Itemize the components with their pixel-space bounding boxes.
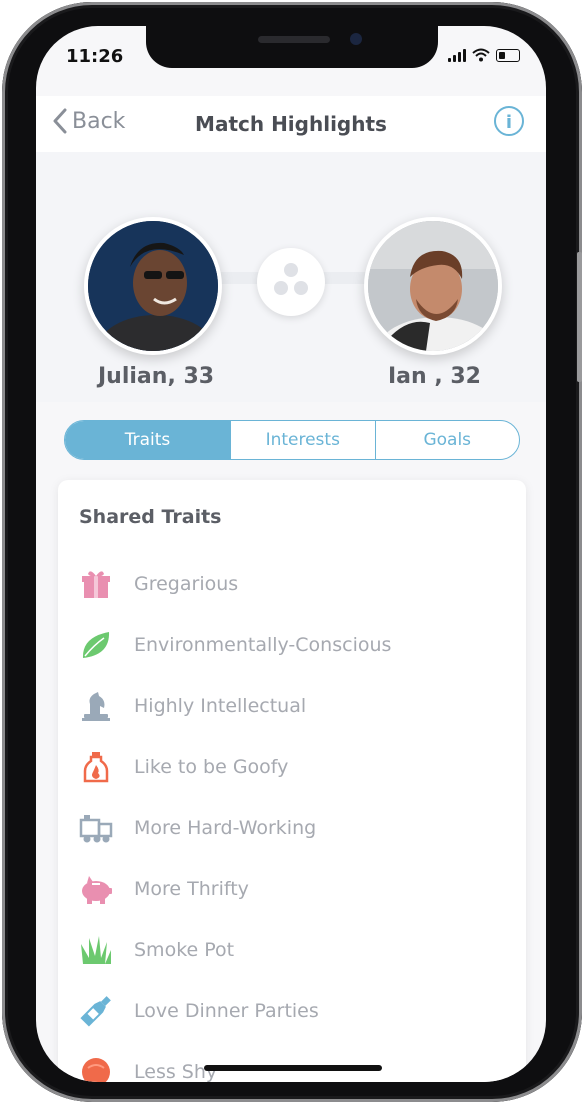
notch [146,26,438,68]
list-item: Highly Intellectual [78,686,306,726]
list-item: Smoke Pot [78,930,234,970]
signal-icon [448,48,466,62]
portrait-image [368,221,498,351]
card-title: Shared Traits [79,506,222,528]
trait-label: Highly Intellectual [134,695,307,717]
info-button[interactable]: i [494,106,524,136]
tab-interests[interactable]: Interests [230,421,374,459]
list-item: Like to be Goofy [78,747,288,787]
battery-icon [496,48,520,62]
gift-icon [78,566,114,602]
avatar-person2[interactable] [364,217,502,355]
list-item: Environmentally-Conscious [78,625,391,665]
hot-sauce-icon [78,749,114,785]
circle-icon [78,1054,114,1082]
list-item: More Thrifty [78,869,249,909]
trait-label: Love Dinner Parties [134,1000,319,1022]
match-icon [257,248,325,316]
chess-knight-icon [78,688,114,724]
status-time: 11:26 [66,46,124,67]
grass-icon [78,932,114,968]
trait-label: More Thrifty [134,878,249,900]
nav-bar: Back Match Highlights i [36,96,546,152]
phone-frame: 11:26 Back Match Highlights i Julian, 33… [2,2,582,1102]
list-item: Less Shy [78,1052,217,1082]
trait-label: More Hard-Working [134,817,317,839]
avatar-person1[interactable] [84,217,222,355]
person1-name: Julian, 33 [98,364,215,389]
trait-label: Gregarious [134,573,239,595]
front-camera [350,33,362,45]
piggy-bank-icon [78,871,114,907]
leaf-icon [78,627,114,663]
page-title: Match Highlights [195,112,387,136]
match-header: Julian, 33 Ian , 32 [36,152,546,402]
side-button [577,252,582,382]
speaker [258,36,330,43]
home-indicator[interactable] [204,1065,382,1071]
portrait-image [88,221,218,351]
shared-traits-card: Shared Traits Gregarious Environmentally… [58,480,526,1082]
train-icon [78,810,114,846]
trait-label: Less Shy [134,1061,218,1082]
list-item: Gregarious [78,564,238,604]
trait-label: Like to be Goofy [134,756,289,778]
segmented-tabs: Traits Interests Goals [64,420,520,460]
wine-bottle-icon [78,993,114,1029]
list-item: More Hard-Working [78,808,316,848]
list-item: Love Dinner Parties [78,991,319,1031]
tab-goals[interactable]: Goals [374,421,519,459]
tab-traits[interactable]: Traits [65,421,231,459]
status-icons [448,48,520,62]
phone-screen: 11:26 Back Match Highlights i Julian, 33… [36,26,546,1082]
wifi-icon [472,48,490,62]
trait-label: Environmentally-Conscious [134,634,392,656]
person2-name: Ian , 32 [388,364,481,389]
trait-label: Smoke Pot [134,939,235,961]
